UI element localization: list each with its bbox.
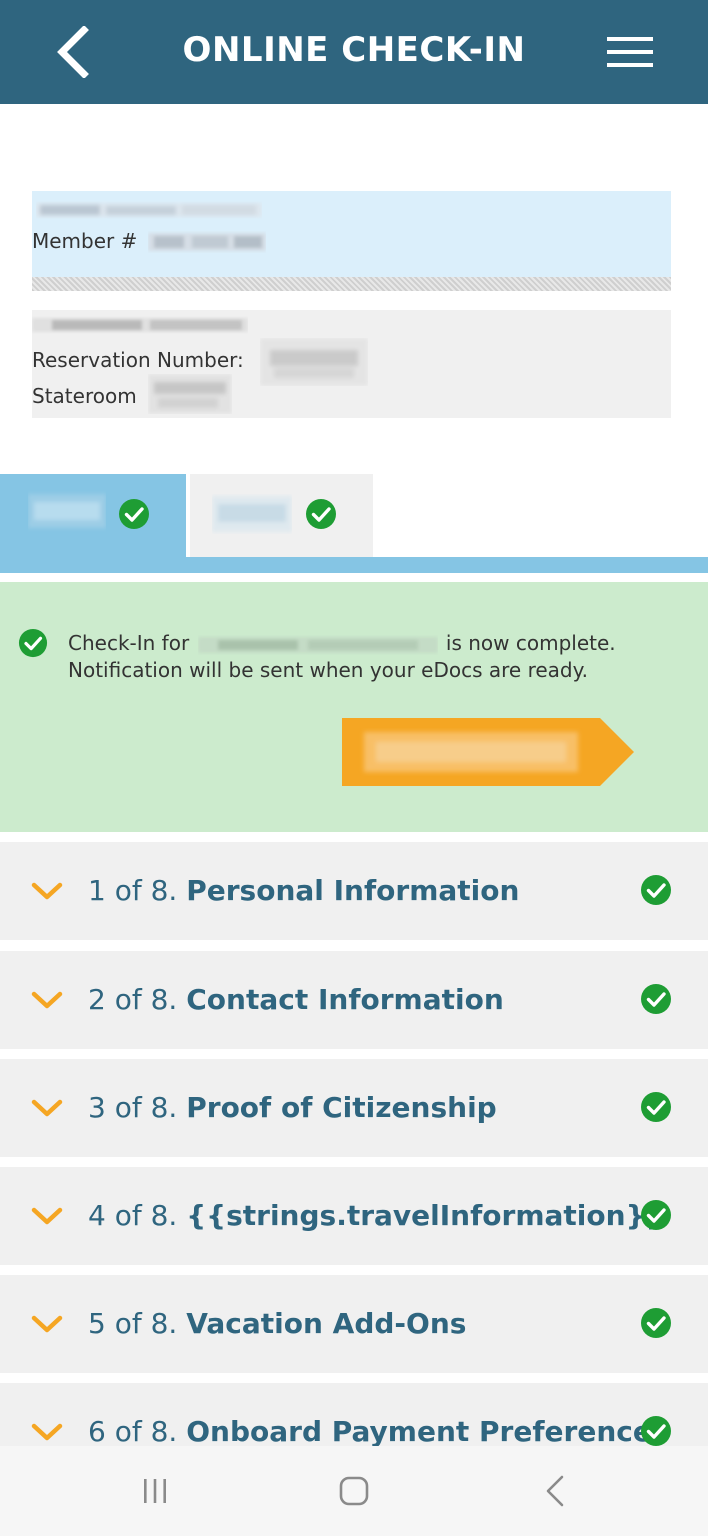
redacted-guest-tab-name bbox=[212, 496, 292, 532]
check-circle-icon bbox=[119, 499, 149, 529]
step-row[interactable]: 3 of 8. Proof of Citizenship bbox=[0, 1059, 708, 1157]
recent-apps-icon bbox=[144, 1479, 166, 1503]
step-label: 6 of 8. Onboard Payment Preferences bbox=[88, 1415, 669, 1448]
reservation-info: Reservation Number: Stateroom bbox=[32, 310, 671, 418]
hamburger-menu-icon bbox=[607, 37, 653, 67]
check-circle-icon bbox=[641, 1092, 671, 1122]
check-circle-icon bbox=[641, 1308, 671, 1338]
redacted-button-label bbox=[342, 718, 634, 786]
chevron-down-icon bbox=[31, 1207, 63, 1225]
step-row[interactable]: 5 of 8. Vacation Add-Ons bbox=[0, 1275, 708, 1373]
step-number: 5 of 8. bbox=[88, 1307, 178, 1340]
checkin-complete-notice: Check-In for is now complete. Notificati… bbox=[0, 582, 708, 832]
step-number: 1 of 8. bbox=[88, 874, 178, 907]
chevron-down-icon bbox=[31, 882, 63, 900]
recent-apps-button[interactable] bbox=[130, 1474, 180, 1508]
redacted-stateroom bbox=[148, 374, 232, 414]
notice-prefix: Check-In for bbox=[68, 631, 190, 655]
check-circle-icon bbox=[641, 1416, 671, 1446]
step-label: 5 of 8. Vacation Add-Ons bbox=[88, 1307, 466, 1340]
stateroom-label: Stateroom bbox=[32, 384, 137, 408]
tab-indicator-bar bbox=[0, 557, 708, 573]
notice-line2: Notification will be sent when your eDoc… bbox=[68, 658, 588, 682]
step-label: 3 of 8. Proof of Citizenship bbox=[88, 1091, 497, 1124]
chevron-down-icon bbox=[31, 1099, 63, 1117]
redacted-member-number bbox=[148, 233, 266, 251]
guest-tab-2[interactable] bbox=[190, 474, 373, 558]
step-label: 1 of 8. Personal Information bbox=[88, 874, 519, 907]
notice-suffix: is now complete. bbox=[445, 631, 616, 655]
step-number: 6 of 8. bbox=[88, 1415, 178, 1448]
check-circle-icon bbox=[641, 984, 671, 1014]
home-icon bbox=[339, 1476, 369, 1506]
redacted-guest-name bbox=[197, 636, 438, 653]
step-row[interactable]: 1 of 8. Personal Information bbox=[0, 842, 708, 940]
step-title: Personal Information bbox=[186, 874, 520, 907]
edocs-action-button[interactable] bbox=[342, 718, 634, 786]
check-circle-icon bbox=[641, 875, 671, 905]
step-title: Onboard Payment Preferences bbox=[186, 1415, 669, 1448]
step-title: Vacation Add-Ons bbox=[186, 1307, 467, 1340]
home-button[interactable] bbox=[329, 1474, 379, 1508]
back-icon bbox=[546, 1475, 564, 1507]
step-number: 3 of 8. bbox=[88, 1091, 178, 1124]
app-header: ONLINE CHECK-IN bbox=[0, 0, 708, 104]
member-number-label: Member # bbox=[32, 229, 138, 253]
step-title: {{strings.travelInformation}} bbox=[186, 1199, 666, 1232]
reservation-number-label: Reservation Number: bbox=[32, 348, 244, 372]
step-label: 4 of 8. {{strings.travelInformation}} bbox=[88, 1199, 665, 1232]
redacted-booking-line bbox=[32, 318, 248, 332]
step-label: 2 of 8. Contact Information bbox=[88, 983, 504, 1016]
step-title: Contact Information bbox=[186, 983, 504, 1016]
divider bbox=[32, 277, 671, 291]
menu-button[interactable] bbox=[600, 26, 660, 78]
system-back-button[interactable] bbox=[530, 1474, 580, 1508]
check-circle-icon bbox=[641, 1200, 671, 1230]
redacted-reservation-number bbox=[260, 338, 368, 386]
chevron-down-icon bbox=[31, 1423, 63, 1441]
notice-message: Check-In for is now complete. Notificati… bbox=[68, 630, 688, 684]
redacted-guest-name bbox=[36, 203, 262, 217]
check-circle-icon bbox=[306, 499, 336, 529]
redacted-guest-tab-name bbox=[28, 494, 106, 528]
check-circle-icon bbox=[18, 628, 48, 658]
chevron-down-icon bbox=[31, 991, 63, 1009]
system-nav-bar bbox=[0, 1446, 708, 1536]
step-number: 4 of 8. bbox=[88, 1199, 178, 1232]
chevron-down-icon bbox=[31, 1315, 63, 1333]
step-row[interactable]: 2 of 8. Contact Information bbox=[0, 951, 708, 1049]
member-info: Member # bbox=[32, 191, 671, 277]
step-number: 2 of 8. bbox=[88, 983, 178, 1016]
step-title: Proof of Citizenship bbox=[186, 1091, 497, 1124]
guest-tab-1[interactable] bbox=[0, 474, 186, 558]
step-row[interactable]: 4 of 8. {{strings.travelInformation}} bbox=[0, 1167, 708, 1265]
